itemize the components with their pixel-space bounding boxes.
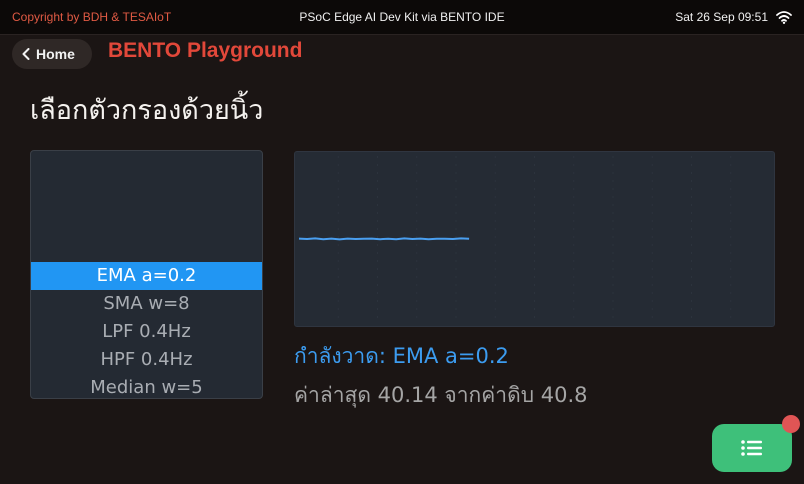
menu-fab-button[interactable]	[712, 424, 792, 472]
latest-value-label: ค่าล่าสุด 40.14 จากค่าดิบ 40.8	[294, 383, 588, 407]
datetime-text: Sat 26 Sep 09:51	[675, 10, 768, 24]
home-label: Home	[36, 46, 75, 62]
app-title: BENTO Playground	[108, 39, 303, 62]
wifi-icon	[776, 11, 792, 24]
status-bar: Copyright by BDH & TESAIoT PSoC Edge AI …	[0, 0, 804, 35]
list-icon	[741, 440, 762, 456]
signal-chart	[294, 151, 775, 327]
series-line-0	[298, 237, 470, 241]
home-button[interactable]: Home	[12, 39, 92, 69]
current-filter-label: กำลังวาด: EMA a=0.2	[294, 344, 509, 368]
notification-badge	[782, 415, 800, 433]
chart-canvas	[298, 156, 732, 322]
filter-item-hpf[interactable]: HPF 0.4Hz	[31, 346, 262, 374]
filter-item-lpf[interactable]: LPF 0.4Hz	[31, 318, 262, 346]
filter-item-ema[interactable]: EMA a=0.2	[31, 262, 262, 290]
chevron-left-icon	[22, 48, 30, 60]
filter-item-sma[interactable]: SMA w=8	[31, 290, 262, 318]
page-title: เลือกตัวกรองด้วยนิ้ว	[30, 95, 264, 126]
filter-item-median[interactable]: Median w=5	[31, 374, 262, 398]
filter-list[interactable]: EMA a=0.2 SMA w=8 LPF 0.4Hz HPF 0.4Hz Me…	[30, 150, 263, 399]
